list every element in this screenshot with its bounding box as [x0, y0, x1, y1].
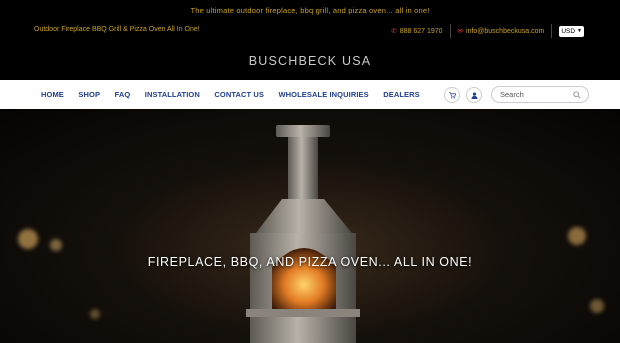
nav-item-wholesale-inquiries[interactable]: WHOLESALE INQUIRIES: [278, 90, 368, 99]
nav-item-dealers[interactable]: DEALERS: [383, 90, 420, 99]
search-icon[interactable]: [573, 91, 581, 99]
user-icon: [471, 91, 477, 99]
site-logo[interactable]: BUSCHBECK USA: [249, 54, 372, 68]
nav-item-faq[interactable]: FAQ: [115, 90, 131, 99]
nav-item-installation[interactable]: INSTALLATION: [145, 90, 200, 99]
divider: [449, 24, 451, 38]
announcement-bar: The ultimate outdoor fireplace, bbq gril…: [0, 0, 620, 20]
fireplace-image: [246, 125, 360, 343]
phone-number: 888 627 1970: [399, 27, 443, 35]
nav-item-contact-us[interactable]: CONTACT US: [214, 90, 264, 99]
cart-icon: [448, 91, 456, 98]
currency-selector[interactable]: USD ▼: [559, 25, 584, 37]
currency-value: USD: [561, 27, 576, 35]
cart-button[interactable]: [444, 87, 460, 103]
email-icon: ✉: [457, 28, 463, 35]
phone-icon: ✆: [391, 28, 397, 35]
search-box: [491, 86, 589, 103]
top-bar: Outdoor Fireplace BBQ Grill & Pizza Oven…: [0, 20, 620, 42]
hero-title: FIREPLACE, BBQ, AND PIZZA OVEN... ALL IN…: [147, 255, 473, 269]
email-link[interactable]: ✉ info@buschbeckusa.com: [457, 27, 545, 36]
divider: [551, 24, 553, 38]
contact-info: ✆ 888 627 1970 ✉ info@buschbeckusa.com U…: [391, 24, 584, 38]
nav-icons: [444, 87, 488, 103]
nav-menu: HOME SHOP FAQ INSTALLATION CONTACT US WH…: [41, 80, 434, 109]
hero-banner: FIREPLACE, BBQ, AND PIZZA OVEN... ALL IN…: [0, 109, 620, 343]
chevron-down-icon: ▼: [577, 28, 582, 34]
tagline: Outdoor Fireplace BBQ Grill & Pizza Oven…: [34, 26, 200, 33]
announcement-text: The ultimate outdoor fireplace, bbq gril…: [190, 5, 430, 15]
brand-bar: BUSCHBECK USA: [0, 42, 620, 80]
nav-item-shop[interactable]: SHOP: [78, 90, 100, 99]
search-input[interactable]: [500, 90, 570, 99]
phone-link[interactable]: ✆ 888 627 1970: [391, 27, 443, 36]
account-button[interactable]: [466, 87, 482, 103]
nav-item-home[interactable]: HOME: [41, 90, 64, 99]
email-address: info@buschbeckusa.com: [466, 27, 545, 35]
